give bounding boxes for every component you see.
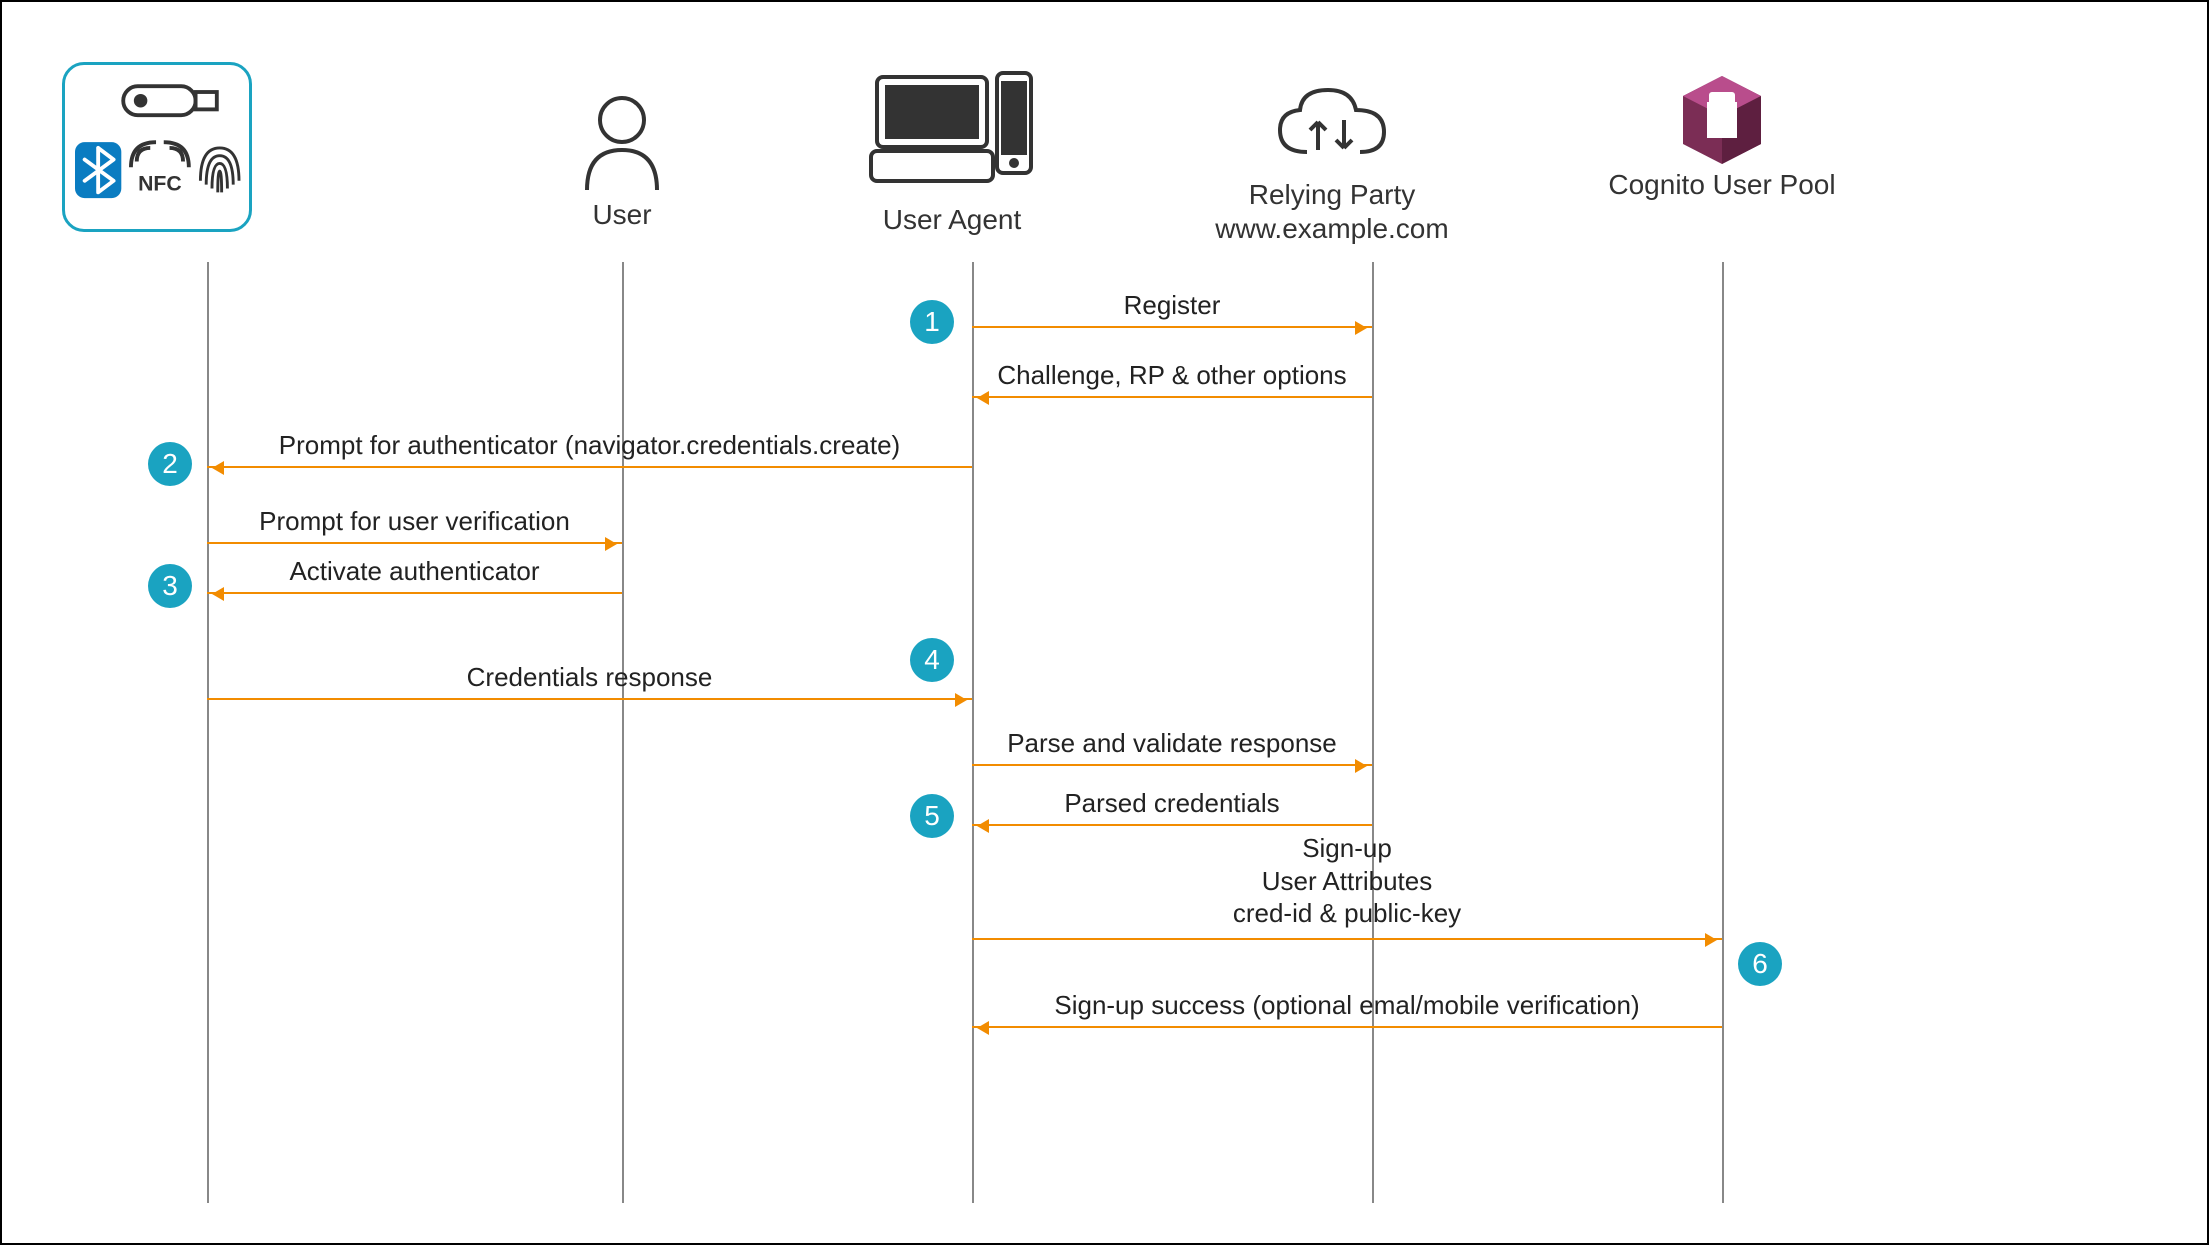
step-badge-5: 5 [910,794,954,838]
actor-useragent-label: User Agent [822,203,1082,237]
arrow-register [972,326,1372,328]
msg-activate: Activate authenticator [207,556,622,587]
lifeline-relyingparty [1372,262,1374,1203]
step-badge-3: 3 [148,564,192,608]
arrow-activate [207,592,622,594]
actor-user: User [492,92,752,232]
lifeline-cognito [1722,262,1724,1203]
arrow-challenge [972,396,1372,398]
msg-signup-success: Sign-up success (optional emal/mobile ve… [972,990,1722,1021]
sequence-diagram: NFC User [0,0,2209,1245]
msg-prompt-verify: Prompt for user verification [207,506,622,537]
msg-register: Register [972,290,1372,321]
msg-cred-response: Credentials response [207,662,972,693]
msg-challenge: Challenge, RP & other options [972,360,1372,391]
arrow-parsed-creds [972,824,1372,826]
arrow-prompt-verify [207,542,622,544]
actor-useragent: User Agent [822,67,1082,237]
msg-signup-attrs: Sign-up User Attributes cred-id & public… [972,832,1722,930]
authenticator-icon-box: NFC [62,62,252,232]
cloud-icon [1272,82,1392,172]
step-badge-1: 1 [910,300,954,344]
lifeline-authenticator [207,262,209,1203]
lifeline-user [622,262,624,1203]
arrow-signup-success [972,1026,1722,1028]
step-badge-6: 6 [1738,942,1782,986]
step-badge-2: 2 [148,442,192,486]
user-icon [577,92,667,192]
msg-parsed-creds: Parsed credentials [972,788,1372,819]
actor-cognito: Cognito User Pool [1592,72,1852,202]
actor-user-label: User [492,198,752,232]
msg-prompt-auth: Prompt for authenticator (navigator.cred… [207,430,972,461]
arrow-signup-attrs [972,938,1722,940]
arrow-cred-response [207,698,972,700]
arrow-parse-validate [972,764,1372,766]
arrow-prompt-auth [207,466,972,468]
svg-text:NFC: NFC [138,172,182,195]
actor-cognito-label: Cognito User Pool [1592,168,1852,202]
cognito-icon [1677,72,1767,162]
actor-relyingparty: Relying Party www.example.com [1202,82,1462,245]
actor-relyingparty-label: Relying Party www.example.com [1202,178,1462,245]
user-agent-icon [867,67,1037,197]
msg-parse-validate: Parse and validate response [972,728,1372,759]
